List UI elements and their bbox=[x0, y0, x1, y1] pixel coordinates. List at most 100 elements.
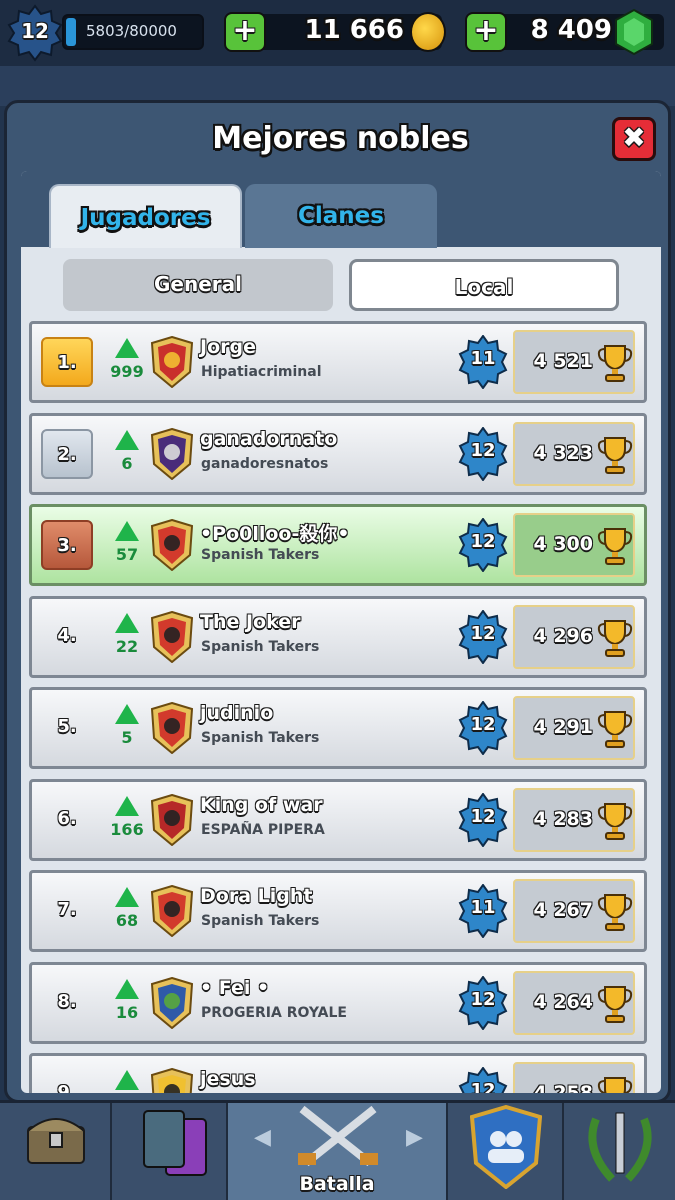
level-star-icon: 12 bbox=[458, 974, 508, 1031]
gem-icon bbox=[615, 8, 653, 56]
level-star-icon: 12 bbox=[458, 425, 508, 482]
level-star-icon: 12 bbox=[458, 517, 508, 573]
add-gold-button[interactable]: + bbox=[224, 12, 266, 52]
player-name: Jorge bbox=[200, 336, 256, 358]
trophy-count: 4 291 bbox=[533, 716, 594, 738]
trophy-icon bbox=[597, 892, 633, 932]
level-star-icon: 11 bbox=[458, 883, 508, 939]
clan-name: Spanish Takers bbox=[201, 730, 320, 746]
segment-general[interactable]: General bbox=[63, 259, 333, 311]
rank-up-arrow-icon bbox=[115, 1070, 139, 1090]
trophy-count-box: 4 264 bbox=[513, 970, 635, 1035]
trophy-count-box: 4 521 bbox=[513, 330, 635, 394]
segment-local[interactable]: Local bbox=[349, 259, 619, 311]
tab-clans[interactable]: Clanes bbox=[245, 184, 437, 248]
chevron-left-icon: ◀ bbox=[254, 1125, 271, 1150]
trophy-count: 4 296 bbox=[533, 624, 594, 647]
trophy-count: 4 323 bbox=[533, 441, 594, 464]
rank-up-arrow-icon bbox=[115, 704, 139, 724]
trophy-icon bbox=[597, 435, 633, 475]
cards-icon bbox=[143, 1110, 207, 1176]
player-level: 12 bbox=[470, 805, 496, 827]
trophy-count-box: 4 258 bbox=[513, 1062, 635, 1093]
rank-change: 22 bbox=[115, 636, 139, 656]
nav-battle-label: Batalla bbox=[299, 1173, 375, 1195]
player-name: judinio bbox=[200, 702, 274, 724]
xp-text: 5803/80000 bbox=[86, 22, 177, 40]
nav-battle[interactable]: ◀ ▶ Batalla bbox=[228, 1103, 448, 1200]
clan-badge-icon bbox=[150, 518, 194, 572]
player-level: 12 bbox=[470, 1080, 496, 1093]
clan-badge-icon bbox=[150, 701, 194, 755]
rank-change: 16 bbox=[115, 1002, 139, 1022]
player-level-badge[interactable]: 12 bbox=[6, 4, 64, 62]
clan-shield-icon bbox=[470, 1105, 542, 1189]
rank-badge: 2. bbox=[41, 428, 93, 479]
gems-amount: 8 409 bbox=[530, 15, 612, 45]
add-gems-button[interactable]: + bbox=[465, 12, 507, 52]
player-name: jesus bbox=[200, 1068, 256, 1090]
rank-badge: 4. bbox=[57, 624, 77, 646]
leaderboard-row[interactable]: 9. jesus 12 4 258 bbox=[29, 1053, 647, 1093]
level-star-icon: 11 bbox=[458, 334, 508, 390]
leaderboard-modal: Mejores nobles ✖ Jugadores Clanes Genera… bbox=[4, 100, 671, 1103]
leaderboard-row[interactable]: 7. 68 Dora Light Spanish Takers 11 4 267 bbox=[29, 870, 647, 952]
leaderboard-row[interactable]: 6. 166 King of war ESPAÑA PIPERA 12 4 283 bbox=[29, 778, 647, 861]
trophy-count: 4 267 bbox=[533, 899, 594, 921]
player-name: • Fei • bbox=[200, 976, 270, 999]
rank-up-arrow-icon bbox=[115, 887, 139, 907]
trophy-icon bbox=[597, 801, 633, 841]
trophy-icon bbox=[597, 618, 633, 658]
rank-badge: 7. bbox=[57, 899, 77, 920]
player-level: 12 bbox=[470, 531, 496, 552]
player-name: Dora Light bbox=[200, 885, 313, 907]
leaderboard-row[interactable]: 5. 5 judinio Spanish Takers 12 4 291 bbox=[29, 687, 647, 769]
level-star-icon: 12 bbox=[458, 700, 508, 756]
trophy-icon bbox=[597, 526, 633, 566]
clan-name: PROGERIA ROYALE bbox=[201, 1004, 347, 1021]
trophy-count-box: 4 267 bbox=[513, 879, 635, 943]
nav-cards[interactable] bbox=[112, 1103, 228, 1200]
top-bar: 12 5803/80000 + 11 666 + 8 409 bbox=[0, 0, 675, 66]
trophy-count: 4 283 bbox=[533, 807, 594, 830]
nav-tournaments[interactable] bbox=[564, 1103, 675, 1200]
clan-name: Hipatiacriminal bbox=[201, 364, 322, 380]
trophy-count: 4 521 bbox=[533, 350, 594, 372]
clan-name: ganadoresnatos bbox=[201, 455, 329, 472]
rank-change: 68 bbox=[115, 911, 139, 930]
player-level: 12 bbox=[470, 439, 496, 461]
rank-change: 999 bbox=[110, 362, 144, 381]
bottom-nav: ◀ ▶ Batalla bbox=[0, 1100, 675, 1200]
player-list[interactable]: 1. 999 Jorge Hipatiacriminal 11 4 521 2. 6 ganad… bbox=[29, 321, 649, 1093]
leaderboard-row[interactable]: 2. 6 ganadornato ganadoresnatos 12 4 323 bbox=[29, 412, 647, 495]
nav-social[interactable] bbox=[448, 1103, 564, 1200]
trophy-icon bbox=[597, 1075, 633, 1093]
level-star-icon: 12 bbox=[458, 608, 508, 665]
player-level: 12 bbox=[21, 19, 49, 43]
leaderboard-row[interactable]: 1. 999 Jorge Hipatiacriminal 11 4 521 bbox=[29, 321, 647, 403]
level-star-icon: 12 bbox=[458, 791, 508, 848]
rank-badge: 6. bbox=[57, 807, 77, 829]
leaderboard-row[interactable]: 8. 16 • Fei • PROGERIA ROYALE 12 4 264 bbox=[29, 961, 647, 1044]
trophy-icon bbox=[597, 984, 633, 1024]
tab-players[interactable]: Jugadores bbox=[49, 184, 242, 248]
trophy-count-box: 4 291 bbox=[513, 696, 635, 760]
gold-coin-icon bbox=[410, 12, 446, 52]
rank-up-arrow-icon bbox=[115, 338, 139, 358]
rank-change: 5 bbox=[121, 728, 133, 747]
rank-change: 57 bbox=[115, 545, 139, 564]
trophy-count-box: 4 300 bbox=[513, 513, 635, 577]
player-level: 11 bbox=[470, 348, 496, 369]
leaderboard-row[interactable]: 3. 57 •Po0lloo-殺你• Spanish Takers 12 4 300 bbox=[29, 504, 647, 586]
player-level: 12 bbox=[470, 714, 496, 735]
rank-badge: 1. bbox=[41, 337, 93, 387]
clan-badge-icon bbox=[150, 427, 194, 480]
close-button[interactable]: ✖ bbox=[612, 117, 656, 161]
clan-badge-icon bbox=[150, 335, 194, 389]
nav-shop[interactable] bbox=[0, 1103, 112, 1200]
rank-up-arrow-icon bbox=[115, 521, 139, 541]
leaderboard-row[interactable]: 4. 22 The Joker Spanish Takers 12 4 296 bbox=[29, 595, 647, 678]
level-star-icon: 12 bbox=[458, 1066, 508, 1093]
gold-amount: 11 666 bbox=[304, 15, 404, 45]
rank-up-arrow-icon bbox=[115, 429, 139, 450]
